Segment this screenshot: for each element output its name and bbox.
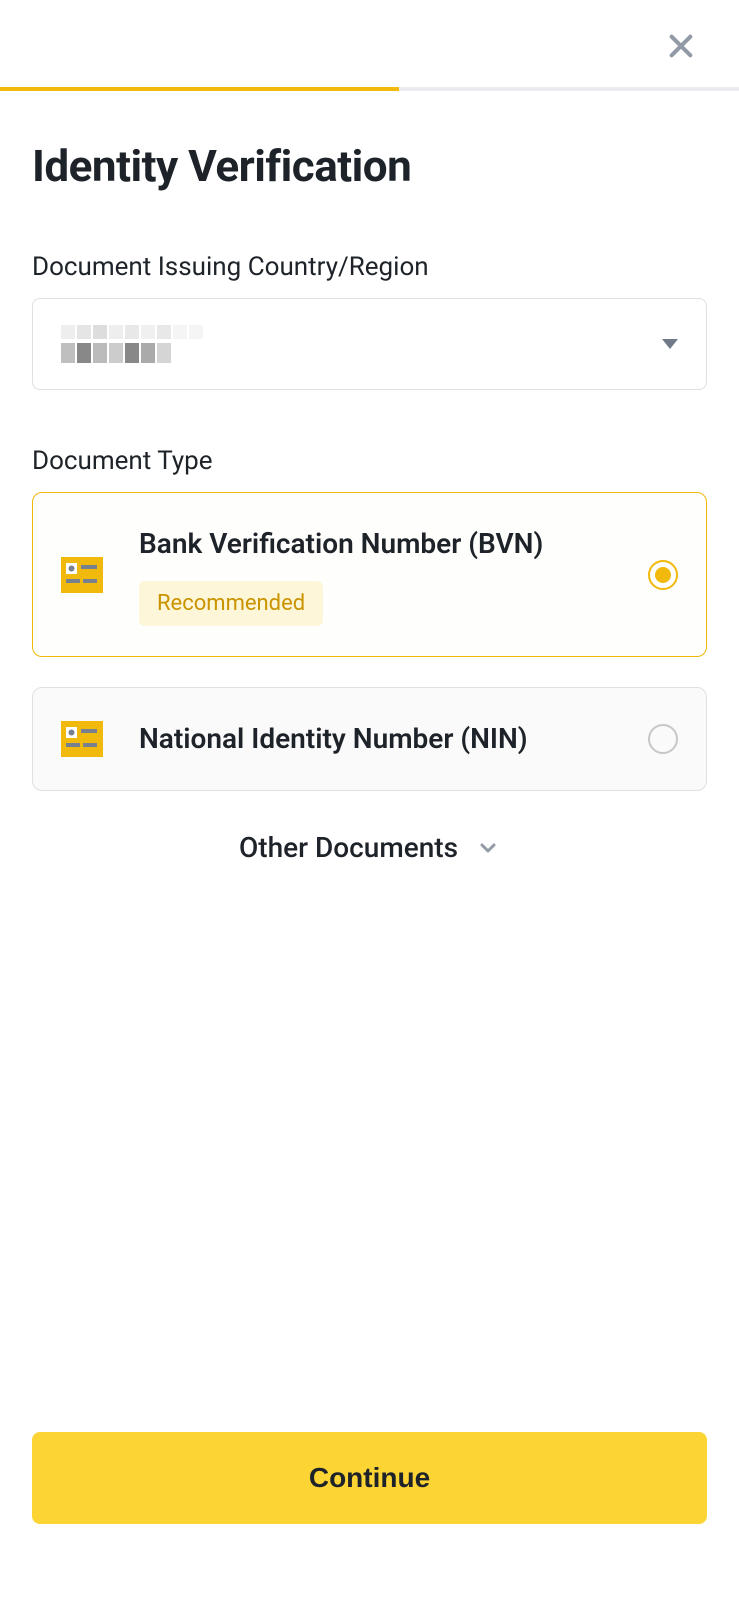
document-option-title: Bank Verification Number (BVN) — [139, 523, 612, 565]
caret-down-icon — [662, 339, 678, 349]
recommended-badge: Recommended — [139, 581, 323, 626]
country-value-redacted — [61, 325, 203, 363]
country-label: Document Issuing Country/Region — [32, 252, 707, 282]
document-option-bvn[interactable]: Bank Verification Number (BVN) Recommend… — [32, 492, 707, 657]
other-documents-label: Other Documents — [239, 831, 458, 864]
radio-nin[interactable] — [648, 724, 678, 754]
radio-inner — [655, 567, 671, 583]
document-option-nin[interactable]: National Identity Number (NIN) — [32, 687, 707, 791]
close-icon — [665, 30, 697, 62]
close-button[interactable] — [663, 28, 699, 64]
chevron-down-icon — [476, 836, 500, 860]
progress-bar — [0, 87, 739, 91]
continue-button[interactable]: Continue — [32, 1432, 707, 1524]
document-type-label: Document Type — [32, 446, 707, 476]
id-card-icon — [61, 721, 103, 757]
radio-bvn[interactable] — [648, 560, 678, 590]
document-option-title: National Identity Number (NIN) — [139, 718, 612, 760]
country-select[interactable] — [32, 298, 707, 390]
page-title: Identity Verification — [32, 140, 707, 192]
progress-fill — [0, 87, 399, 91]
other-documents-toggle[interactable]: Other Documents — [32, 831, 707, 864]
id-card-icon — [61, 557, 103, 593]
